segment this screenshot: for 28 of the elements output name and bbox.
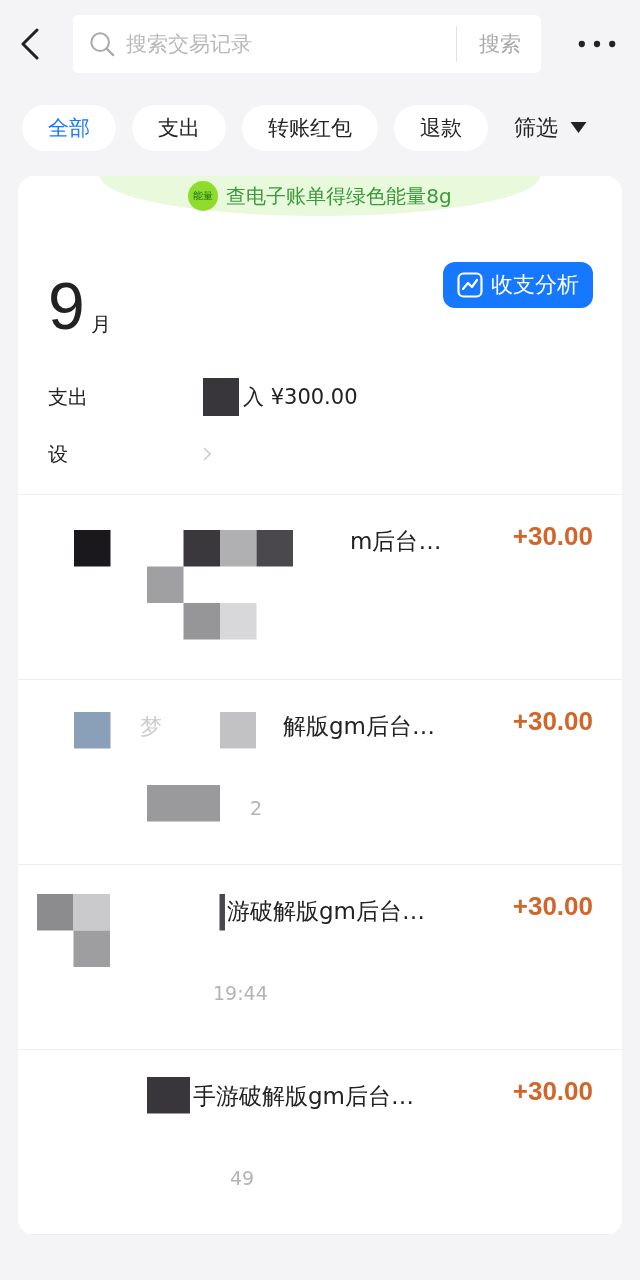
- energy-banner[interactable]: 能量 查电子账单得绿色能量8g: [100, 176, 540, 216]
- transaction-row[interactable]: 手游破解版gm后台… +30.00 49: [18, 1049, 622, 1235]
- transaction-time: 49: [230, 1167, 255, 1189]
- transaction-title: 手游破解版gm后台…: [193, 1082, 414, 1111]
- month-unit: 月: [90, 311, 111, 338]
- filter-tab[interactable]: 转账红包: [242, 105, 378, 151]
- month-number: 9: [48, 272, 85, 340]
- transaction-amount: +30.00: [512, 706, 593, 737]
- transaction-title: 游破解版gm后台…: [227, 897, 425, 926]
- filter-tab[interactable]: 支出: [132, 105, 226, 151]
- transaction-amount: +30.00: [512, 521, 593, 552]
- filter-dropdown[interactable]: 筛选: [514, 113, 587, 143]
- transaction-amount: +30.00: [512, 1076, 593, 1107]
- transaction-amount: +30.00: [512, 891, 593, 922]
- filter-tab[interactable]: 全部: [22, 105, 116, 151]
- settings-label[interactable]: 设: [48, 440, 68, 468]
- income-total: 入 ¥300.00: [243, 384, 358, 411]
- transaction-time: 2: [250, 797, 263, 819]
- energy-badge: 能量: [188, 181, 219, 211]
- transaction-row[interactable]: 游破解版gm后台… +30.00 19:44: [18, 864, 622, 1049]
- transaction-time: 19:44: [213, 982, 268, 1004]
- transaction-title: m后台…: [350, 527, 442, 556]
- expense-label: 支出: [48, 383, 88, 411]
- transaction-title: 解版gm后台…: [283, 712, 435, 741]
- transaction-row[interactable]: m后台… +30.00: [18, 494, 622, 679]
- analysis-button[interactable]: 收支分析: [443, 262, 593, 308]
- banner-text: 查电子账单得绿色能量8g: [226, 182, 452, 210]
- filter-tab[interactable]: 退款: [394, 105, 488, 151]
